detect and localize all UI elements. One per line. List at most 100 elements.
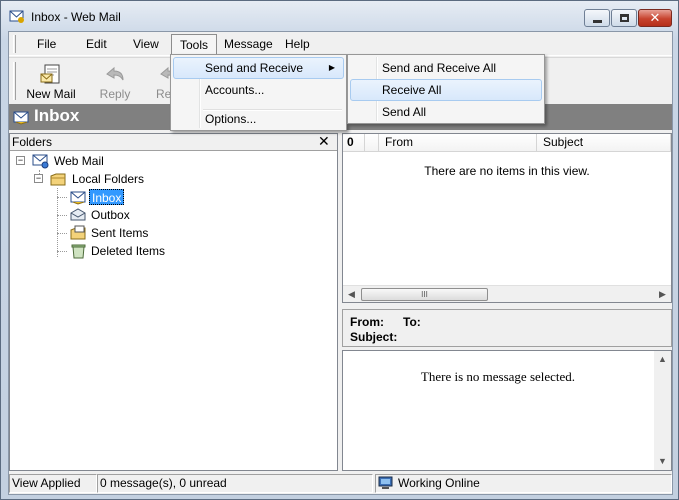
status-message-count: 0 message(s), 0 unread <box>97 474 373 493</box>
status-bar: View Applied 0 message(s), 0 unread Work… <box>9 472 672 494</box>
subject-label: Subject: <box>350 330 398 344</box>
menu-item-receive-all-label: Receive All <box>382 83 442 97</box>
reply-all-button[interactable]: Re <box>149 60 171 102</box>
tree-line <box>57 188 58 257</box>
scroll-up-icon[interactable]: ▲ <box>654 351 671 368</box>
menu-item-send-all[interactable]: Send All <box>350 101 542 123</box>
send-receive-submenu: Send and Receive All Receive All Send Al… <box>347 54 545 124</box>
scroll-left-icon[interactable]: ◀ <box>343 286 360 303</box>
tree-label-inbox: Inbox <box>89 189 125 205</box>
tree-label-sent-items: Sent Items <box>91 226 149 240</box>
tree-node-local-folders[interactable]: − Local Folders <box>34 170 154 188</box>
local-folders-icon <box>50 173 66 186</box>
menu-item-accounts-label: Accounts... <box>205 83 265 97</box>
tree-node-inbox[interactable]: Inbox <box>70 188 170 206</box>
tree-label-local-folders: Local Folders <box>72 172 145 186</box>
menu-file[interactable]: File <box>29 34 64 55</box>
tree-line <box>57 233 67 234</box>
folders-header: Folders ✕ <box>10 133 337 151</box>
scroll-thumb[interactable]: III <box>361 288 488 301</box>
close-folders-icon[interactable]: ✕ <box>318 133 330 150</box>
attachment-column-icon: 0 <box>347 135 354 149</box>
menu-item-send-all-label: Send All <box>382 105 427 119</box>
status-connection: Working Online <box>375 474 672 493</box>
reply-button[interactable]: Reply <box>87 60 143 102</box>
horizontal-scrollbar[interactable]: ◀ III ▶ <box>343 285 671 302</box>
app-window: Inbox - Web Mail ✕ File Edit View Tools … <box>0 0 679 500</box>
menu-item-send-and-receive-all-label: Send and Receive All <box>382 61 497 75</box>
menu-bar: File Edit View Tools Message Help <box>9 32 672 56</box>
column-subject[interactable]: Subject <box>537 134 671 152</box>
submenu-arrow-icon: ▶ <box>328 63 335 72</box>
minimize-icon <box>593 20 602 23</box>
maximize-icon <box>620 14 629 22</box>
toolbar-grip[interactable] <box>13 62 16 100</box>
menu-view[interactable]: View <box>125 34 167 55</box>
tree-node-web-mail[interactable]: − Web Mail <box>16 152 136 170</box>
inbox-icon <box>13 111 29 125</box>
deleted-items-icon <box>71 244 86 259</box>
menu-item-send-and-receive-label: Send and Receive <box>205 61 304 75</box>
menu-help[interactable]: Help <box>277 34 318 55</box>
computer-icon <box>378 476 393 489</box>
new-mail-icon <box>40 64 60 84</box>
new-mail-button[interactable]: New Mail <box>23 60 79 102</box>
tree-label-deleted-items: Deleted Items <box>91 244 166 258</box>
folders-pane: Folders ✕ − Web Mail − Local Folders Inb… <box>9 133 338 471</box>
menu-item-receive-all[interactable]: Receive All <box>350 79 542 101</box>
menu-message[interactable]: Message <box>216 34 281 55</box>
column-from-label: From <box>385 135 413 149</box>
inbox-folder-icon <box>70 191 86 205</box>
outbox-folder-icon <box>70 208 86 221</box>
menu-bar-grip[interactable] <box>13 35 16 53</box>
app-mail-icon <box>9 10 24 23</box>
scroll-right-icon[interactable]: ▶ <box>654 286 671 303</box>
menu-edit[interactable]: Edit <box>78 34 115 55</box>
maximize-button[interactable] <box>611 9 637 27</box>
preview-pane: There is no message selected. ▲ ▼ <box>342 350 672 471</box>
folder-title: Inbox <box>34 106 80 125</box>
collapse-toggle[interactable]: − <box>34 174 43 183</box>
window-title: Inbox - Web Mail <box>31 10 121 24</box>
tree-label-outbox: Outbox <box>91 208 130 222</box>
reply-all-icon <box>160 66 171 79</box>
menu-item-options-label: Options... <box>205 112 257 126</box>
scroll-down-icon[interactable]: ▼ <box>654 453 671 470</box>
tree-line <box>57 251 67 252</box>
vertical-scrollbar[interactable]: ▲ ▼ <box>654 351 671 470</box>
to-label: To: <box>403 315 421 329</box>
new-mail-label: New Mail <box>26 87 76 101</box>
column-flag[interactable] <box>365 134 379 152</box>
tree-node-sent-items[interactable]: Sent Items <box>70 224 170 242</box>
reply-icon <box>106 66 124 81</box>
column-priority[interactable]: 0 <box>343 134 365 152</box>
menu-item-accounts[interactable]: Accounts... <box>173 79 344 101</box>
no-message-text: There is no message selected. <box>420 369 576 384</box>
message-list: 0 From Subject There are no items in thi… <box>342 133 672 303</box>
column-from[interactable]: From <box>379 134 537 152</box>
preview-header: From: To: Subject: <box>342 309 672 347</box>
tree-node-outbox[interactable]: Outbox <box>70 206 170 224</box>
reply-all-label: Re <box>156 87 171 101</box>
tree-label-web-mail: Web Mail <box>54 154 104 168</box>
menu-item-send-and-receive-all[interactable]: Send and Receive All <box>350 57 542 79</box>
tree-node-deleted-items[interactable]: Deleted Items <box>70 242 180 260</box>
collapse-toggle[interactable]: − <box>16 156 25 165</box>
tree-line <box>57 197 67 198</box>
menu-tools[interactable]: Tools <box>171 34 218 55</box>
title-bar[interactable]: Inbox - Web Mail ✕ <box>1 1 678 31</box>
status-view: View Applied <box>9 474 97 493</box>
reply-label: Reply <box>99 87 131 101</box>
status-connection-label: Working Online <box>398 476 480 490</box>
folders-header-label: Folders <box>12 135 53 149</box>
empty-list-message: There are no items in this view. <box>424 164 590 178</box>
close-button[interactable]: ✕ <box>638 9 672 27</box>
from-label: From: <box>350 315 384 329</box>
sent-items-icon <box>70 225 86 240</box>
menu-item-options[interactable]: Options... <box>173 108 344 130</box>
web-mail-account-icon <box>32 154 49 169</box>
tools-menu: Send and Receive ▶ Accounts... Options..… <box>170 54 347 131</box>
tree-line <box>57 215 67 216</box>
menu-item-send-and-receive[interactable]: Send and Receive ▶ <box>173 57 344 79</box>
minimize-button[interactable] <box>584 9 610 27</box>
